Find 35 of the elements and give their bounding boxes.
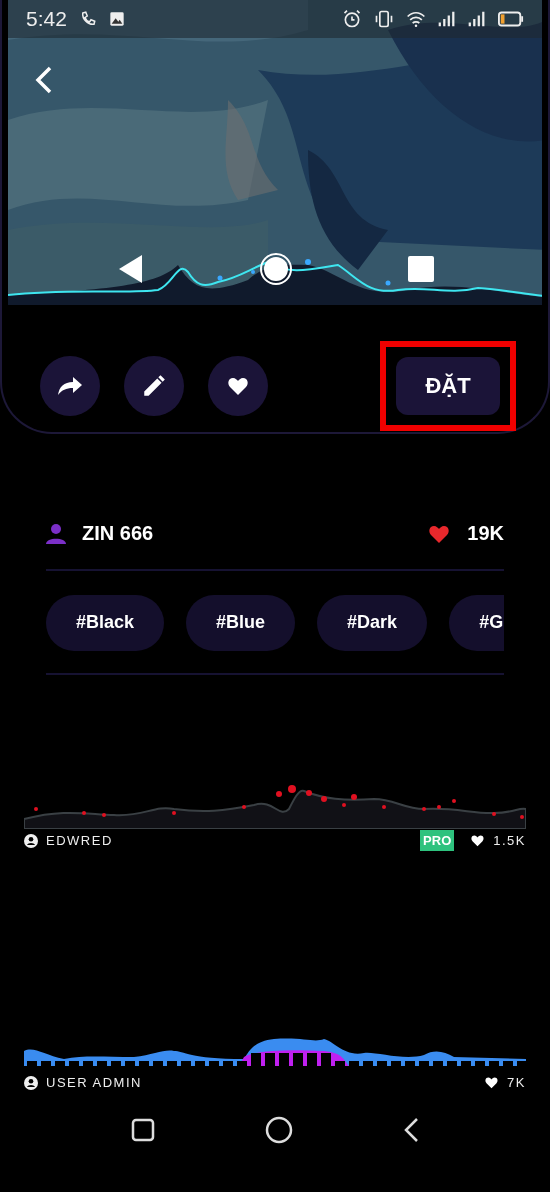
back-icon[interactable] <box>403 1117 419 1144</box>
tag-chip[interactable]: #Dark <box>317 595 428 651</box>
vibrate-icon <box>374 9 394 29</box>
battery-icon <box>498 11 524 27</box>
tag-chip[interactable]: #G <box>449 595 504 651</box>
set-button[interactable]: ĐẶT <box>396 357 500 415</box>
heart-icon <box>484 1075 500 1091</box>
user-icon <box>24 1076 38 1090</box>
home-icon[interactable] <box>265 1116 293 1145</box>
signal-icon <box>438 10 456 28</box>
share-button[interactable] <box>40 356 100 416</box>
author-name: ZIN 666 <box>82 522 154 546</box>
pencil-icon <box>141 373 167 399</box>
user-icon <box>24 834 38 848</box>
recents-icon[interactable] <box>131 1118 155 1143</box>
likes-count: 1.5K <box>493 833 526 849</box>
favorite-button[interactable] <box>208 356 268 416</box>
likes-count: 19K <box>467 522 504 546</box>
previous-icon[interactable] <box>118 254 144 284</box>
signal-icon <box>468 10 486 28</box>
image-icon <box>108 11 125 27</box>
likes-count: 7K <box>507 1075 526 1091</box>
wifi-icon <box>406 10 426 28</box>
status-time: 5:42 <box>26 7 67 31</box>
pro-badge: PRO <box>420 830 455 852</box>
heart-icon <box>470 833 486 849</box>
user-icon <box>46 524 66 544</box>
share-icon <box>57 376 83 396</box>
author-name: USER ADMIN <box>46 1075 142 1091</box>
tag-chip[interactable]: #Blue <box>186 595 296 651</box>
alarm-icon <box>342 9 362 29</box>
author-name: EDWRED <box>46 833 113 849</box>
tag-chip[interactable]: #Black <box>46 595 165 651</box>
back-icon[interactable] <box>34 66 54 94</box>
edit-button[interactable] <box>124 356 184 416</box>
